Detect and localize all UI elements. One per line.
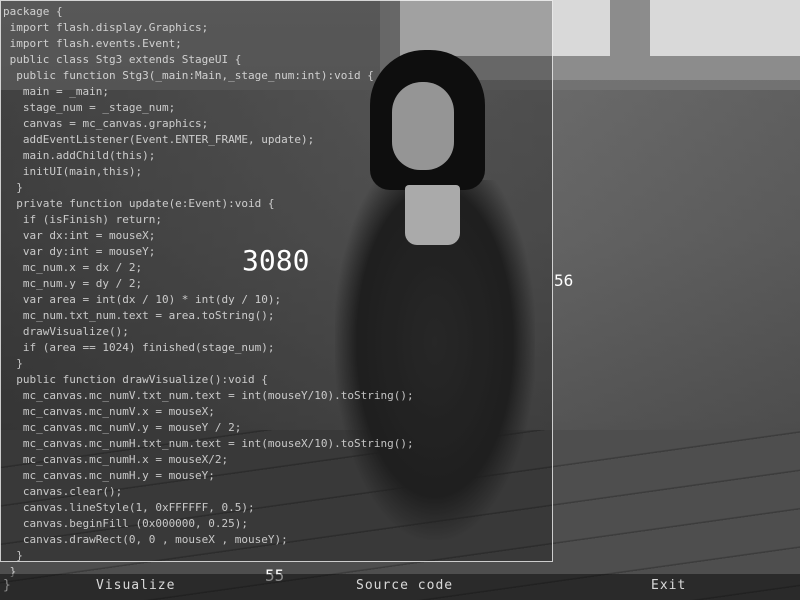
code-line: var area = int(dx / 10) * int(dy / 10); (3, 293, 282, 306)
vertical-count-readout: 56 (554, 271, 574, 290)
exit-button[interactable]: Exit (651, 578, 686, 593)
code-line: mc_canvas.mc_numV.txt_num.text = int(mou… (3, 389, 414, 402)
code-line: canvas.lineStyle(1, 0xFFFFFF, 0.5); (3, 501, 255, 514)
code-line: package { (3, 5, 63, 18)
code-line: canvas.beginFill (0x000000, 0.25); (3, 517, 249, 530)
code-line: var dx:int = mouseX; (3, 229, 156, 242)
code-line: import flash.display.Graphics; (3, 21, 209, 34)
code-line: canvas.clear(); (3, 485, 123, 498)
code-line: private function update(e:Event):void { (3, 197, 275, 210)
code-line: if (area == 1024) finished(stage_num); (3, 341, 275, 354)
source-code-text: package { import flash.display.Graphics;… (3, 4, 551, 580)
code-line: mc_canvas.mc_numH.x = mouseX/2; (3, 453, 229, 466)
code-line: drawVisualize(); (3, 325, 129, 338)
code-line: addEventListener(Event.ENTER_FRAME, upda… (3, 133, 315, 146)
code-line: import flash.events.Event; (3, 37, 182, 50)
visualize-rect-overlay: package { import flash.display.Graphics;… (0, 0, 553, 578)
code-line: if (isFinish) return; (3, 213, 162, 226)
code-line: main = _main; (3, 85, 109, 98)
code-line: public function Stg3(_main:Main,_stage_n… (3, 69, 374, 82)
code-closing-brace: } (3, 578, 11, 593)
code-line: canvas.drawRect(0, 0 , mouseX , mouseY); (3, 533, 288, 546)
code-line: mc_canvas.mc_numV.y = mouseY / 2; (3, 421, 242, 434)
code-line: public class Stg3 extends StageUI { (3, 53, 242, 66)
code-line: mc_canvas.mc_numH.y = mouseY; (3, 469, 215, 482)
code-line: public function drawVisualize():void { (3, 373, 268, 386)
code-line: main.addChild(this); (3, 149, 156, 162)
code-line: mc_canvas.mc_numV.x = mouseX; (3, 405, 215, 418)
bottom-menu-bar: } Visualize Source code Exit (0, 574, 800, 600)
visualize-button[interactable]: Visualize (96, 578, 175, 593)
code-line: mc_canvas.mc_numH.txt_num.text = int(mou… (3, 437, 414, 450)
code-line: mc_num.txt_num.text = area.toString(); (3, 309, 275, 322)
window-pane (650, 0, 800, 56)
code-line: stage_num = _stage_num; (3, 101, 176, 114)
code-line: } (3, 357, 23, 370)
code-line: initUI(main,this); (3, 165, 143, 178)
code-line: canvas = mc_canvas.graphics; (3, 117, 209, 130)
code-line: } (3, 181, 23, 194)
area-readout: 3080 (242, 244, 310, 277)
code-line: mc_num.y = dy / 2; (3, 277, 143, 290)
code-line: } (3, 549, 23, 562)
source-code-button[interactable]: Source code (356, 578, 453, 593)
